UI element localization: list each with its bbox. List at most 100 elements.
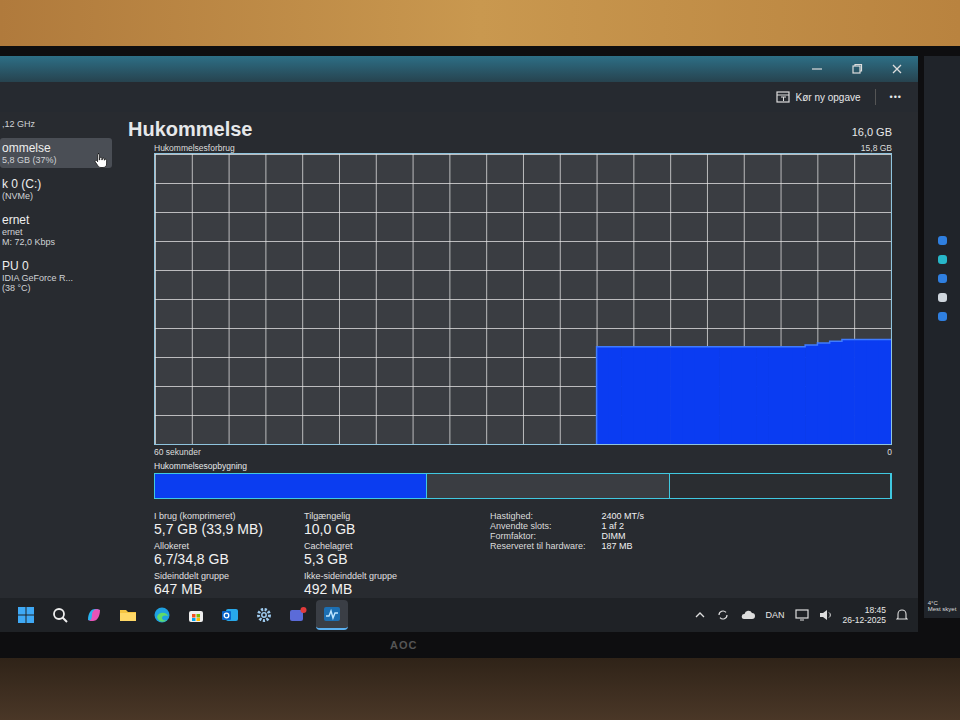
sidebar-item[interactable]: PU 0IDIA GeForce R...(38 °C) <box>0 256 112 296</box>
network-icon[interactable] <box>795 609 809 621</box>
taskbar-app[interactable] <box>112 600 144 630</box>
hand-cursor-icon <box>94 152 108 168</box>
usage-column <box>278 443 291 444</box>
chevron-up-icon[interactable] <box>694 609 706 621</box>
taskbar-app[interactable] <box>248 600 280 630</box>
usage-column <box>805 345 818 444</box>
monitor-bezel: AOC <box>0 632 918 658</box>
usage-column <box>155 443 168 444</box>
panel-title: Hukommelse <box>128 118 253 141</box>
photo: Kør ny opgave ••• ,12 GHz ommelse5,8 GB (37… <box>0 0 960 720</box>
screen: Kør ny opgave ••• ,12 GHz ommelse5,8 GB (37… <box>0 56 918 632</box>
stats-grid: I brug (komprimeret)5,7 GB (33,9 MB)Tilg… <box>154 511 464 597</box>
desk <box>0 658 960 720</box>
usage-column <box>793 347 806 444</box>
usage-column <box>646 347 659 444</box>
x-axis-end: 0 <box>887 447 892 457</box>
usage-column <box>707 347 720 444</box>
taskbar-app[interactable] <box>78 600 110 630</box>
command-bar: Kør ny opgave ••• <box>0 82 918 112</box>
taskbar-app[interactable] <box>10 600 42 630</box>
windows-icon <box>17 606 35 624</box>
x-axis-start: 60 sekunder <box>154 447 201 457</box>
usage-column <box>180 443 193 444</box>
stat: I brug (komprimeret)5,7 GB (33,9 MB) <box>154 511 304 537</box>
usage-column <box>842 339 855 444</box>
usage-column <box>670 347 683 444</box>
chart-title: Hukommelsesforbrug <box>154 143 235 153</box>
composition-segment <box>155 474 427 498</box>
gear-icon <box>255 606 273 624</box>
taskbar-app[interactable] <box>180 600 212 630</box>
app-icon <box>938 293 947 302</box>
taskbar-app[interactable] <box>282 600 314 630</box>
spec-value: 187 MB <box>602 541 645 551</box>
sidebar-item[interactable]: ommelse5,8 GB (37%) <box>0 138 112 168</box>
volume-icon[interactable] <box>819 609 833 621</box>
usage-column <box>633 347 646 444</box>
total-memory: 16,0 GB <box>852 126 892 138</box>
taskbar-app[interactable] <box>316 600 348 630</box>
usage-column <box>253 443 266 444</box>
bell-icon[interactable] <box>896 608 908 622</box>
title-bar <box>0 56 918 82</box>
app-icon <box>938 236 947 245</box>
run-task-icon <box>776 91 790 103</box>
taskbar-app[interactable] <box>44 600 76 630</box>
usage-column <box>437 443 450 444</box>
more-button[interactable]: ••• <box>890 92 902 102</box>
close-icon[interactable] <box>890 62 904 76</box>
specs-table: Hastighed: 2400 MT/s Anvendte slots: 1 af 2… <box>490 511 644 597</box>
sidebar-item[interactable]: k 0 (C:)(NVMe) <box>0 174 112 204</box>
usage-column <box>695 347 708 444</box>
spec-label: Hastighed: <box>490 511 586 521</box>
usage-column <box>732 347 745 444</box>
store-icon <box>187 606 205 624</box>
usage-column <box>817 343 830 444</box>
usage-column <box>756 347 769 444</box>
run-task-button[interactable]: Kør ny opgave <box>776 91 861 103</box>
spec-value: 1 af 2 <box>602 521 645 531</box>
usage-column <box>486 443 499 444</box>
usage-column <box>474 443 487 444</box>
minimize-icon[interactable] <box>810 62 824 76</box>
usage-column <box>511 443 524 444</box>
weather-widget[interactable]: 4°CMest skyet <box>928 600 957 612</box>
taskbar-app[interactable] <box>146 600 178 630</box>
chart-max: 15,8 GB <box>861 143 892 153</box>
usage-column <box>523 443 536 444</box>
sidebar-item[interactable]: ,12 GHz <box>0 116 112 132</box>
usage-column <box>560 443 573 444</box>
usage-column <box>314 443 327 444</box>
clock[interactable]: 18:4526-12-2025 <box>843 605 886 625</box>
sync-icon[interactable] <box>716 608 730 622</box>
sidebar: ,12 GHz ommelse5,8 GB (37%) k 0 (C:)(NVMe)… <box>0 112 128 598</box>
sidebar-item[interactable]: erneternetM: 72,0 Kbps <box>0 210 112 250</box>
spec-label: Anvendte slots: <box>490 521 586 531</box>
wall <box>0 0 960 46</box>
usage-column <box>744 347 757 444</box>
task-manager-icon <box>323 605 341 623</box>
monitor: Kør ny opgave ••• ,12 GHz ommelse5,8 GB (37… <box>0 46 924 658</box>
spec-value: DIMM <box>602 531 645 541</box>
usage-column <box>192 443 205 444</box>
chat-icon <box>289 606 307 624</box>
language-indicator[interactable]: DAN <box>766 610 785 620</box>
usage-column <box>339 443 352 444</box>
usage-column <box>265 443 278 444</box>
spec-value: 2400 MT/s <box>602 511 645 521</box>
usage-column <box>621 347 634 444</box>
second-monitor: 4°CMest skyet <box>924 46 960 658</box>
edge-icon <box>153 606 171 624</box>
usage-column <box>462 443 475 444</box>
stat: Cachelagret5,3 GB <box>304 541 464 567</box>
cloud-icon[interactable] <box>740 609 756 621</box>
usage-column <box>682 347 695 444</box>
app-icon <box>938 274 947 283</box>
app-icon <box>938 255 947 264</box>
taskbar-app[interactable] <box>214 600 246 630</box>
usage-column <box>584 443 597 444</box>
stat: Allokeret6,7/34,8 GB <box>154 541 304 567</box>
composition-title: Hukommelsesopbygning <box>128 457 892 473</box>
restore-icon[interactable] <box>850 62 864 76</box>
